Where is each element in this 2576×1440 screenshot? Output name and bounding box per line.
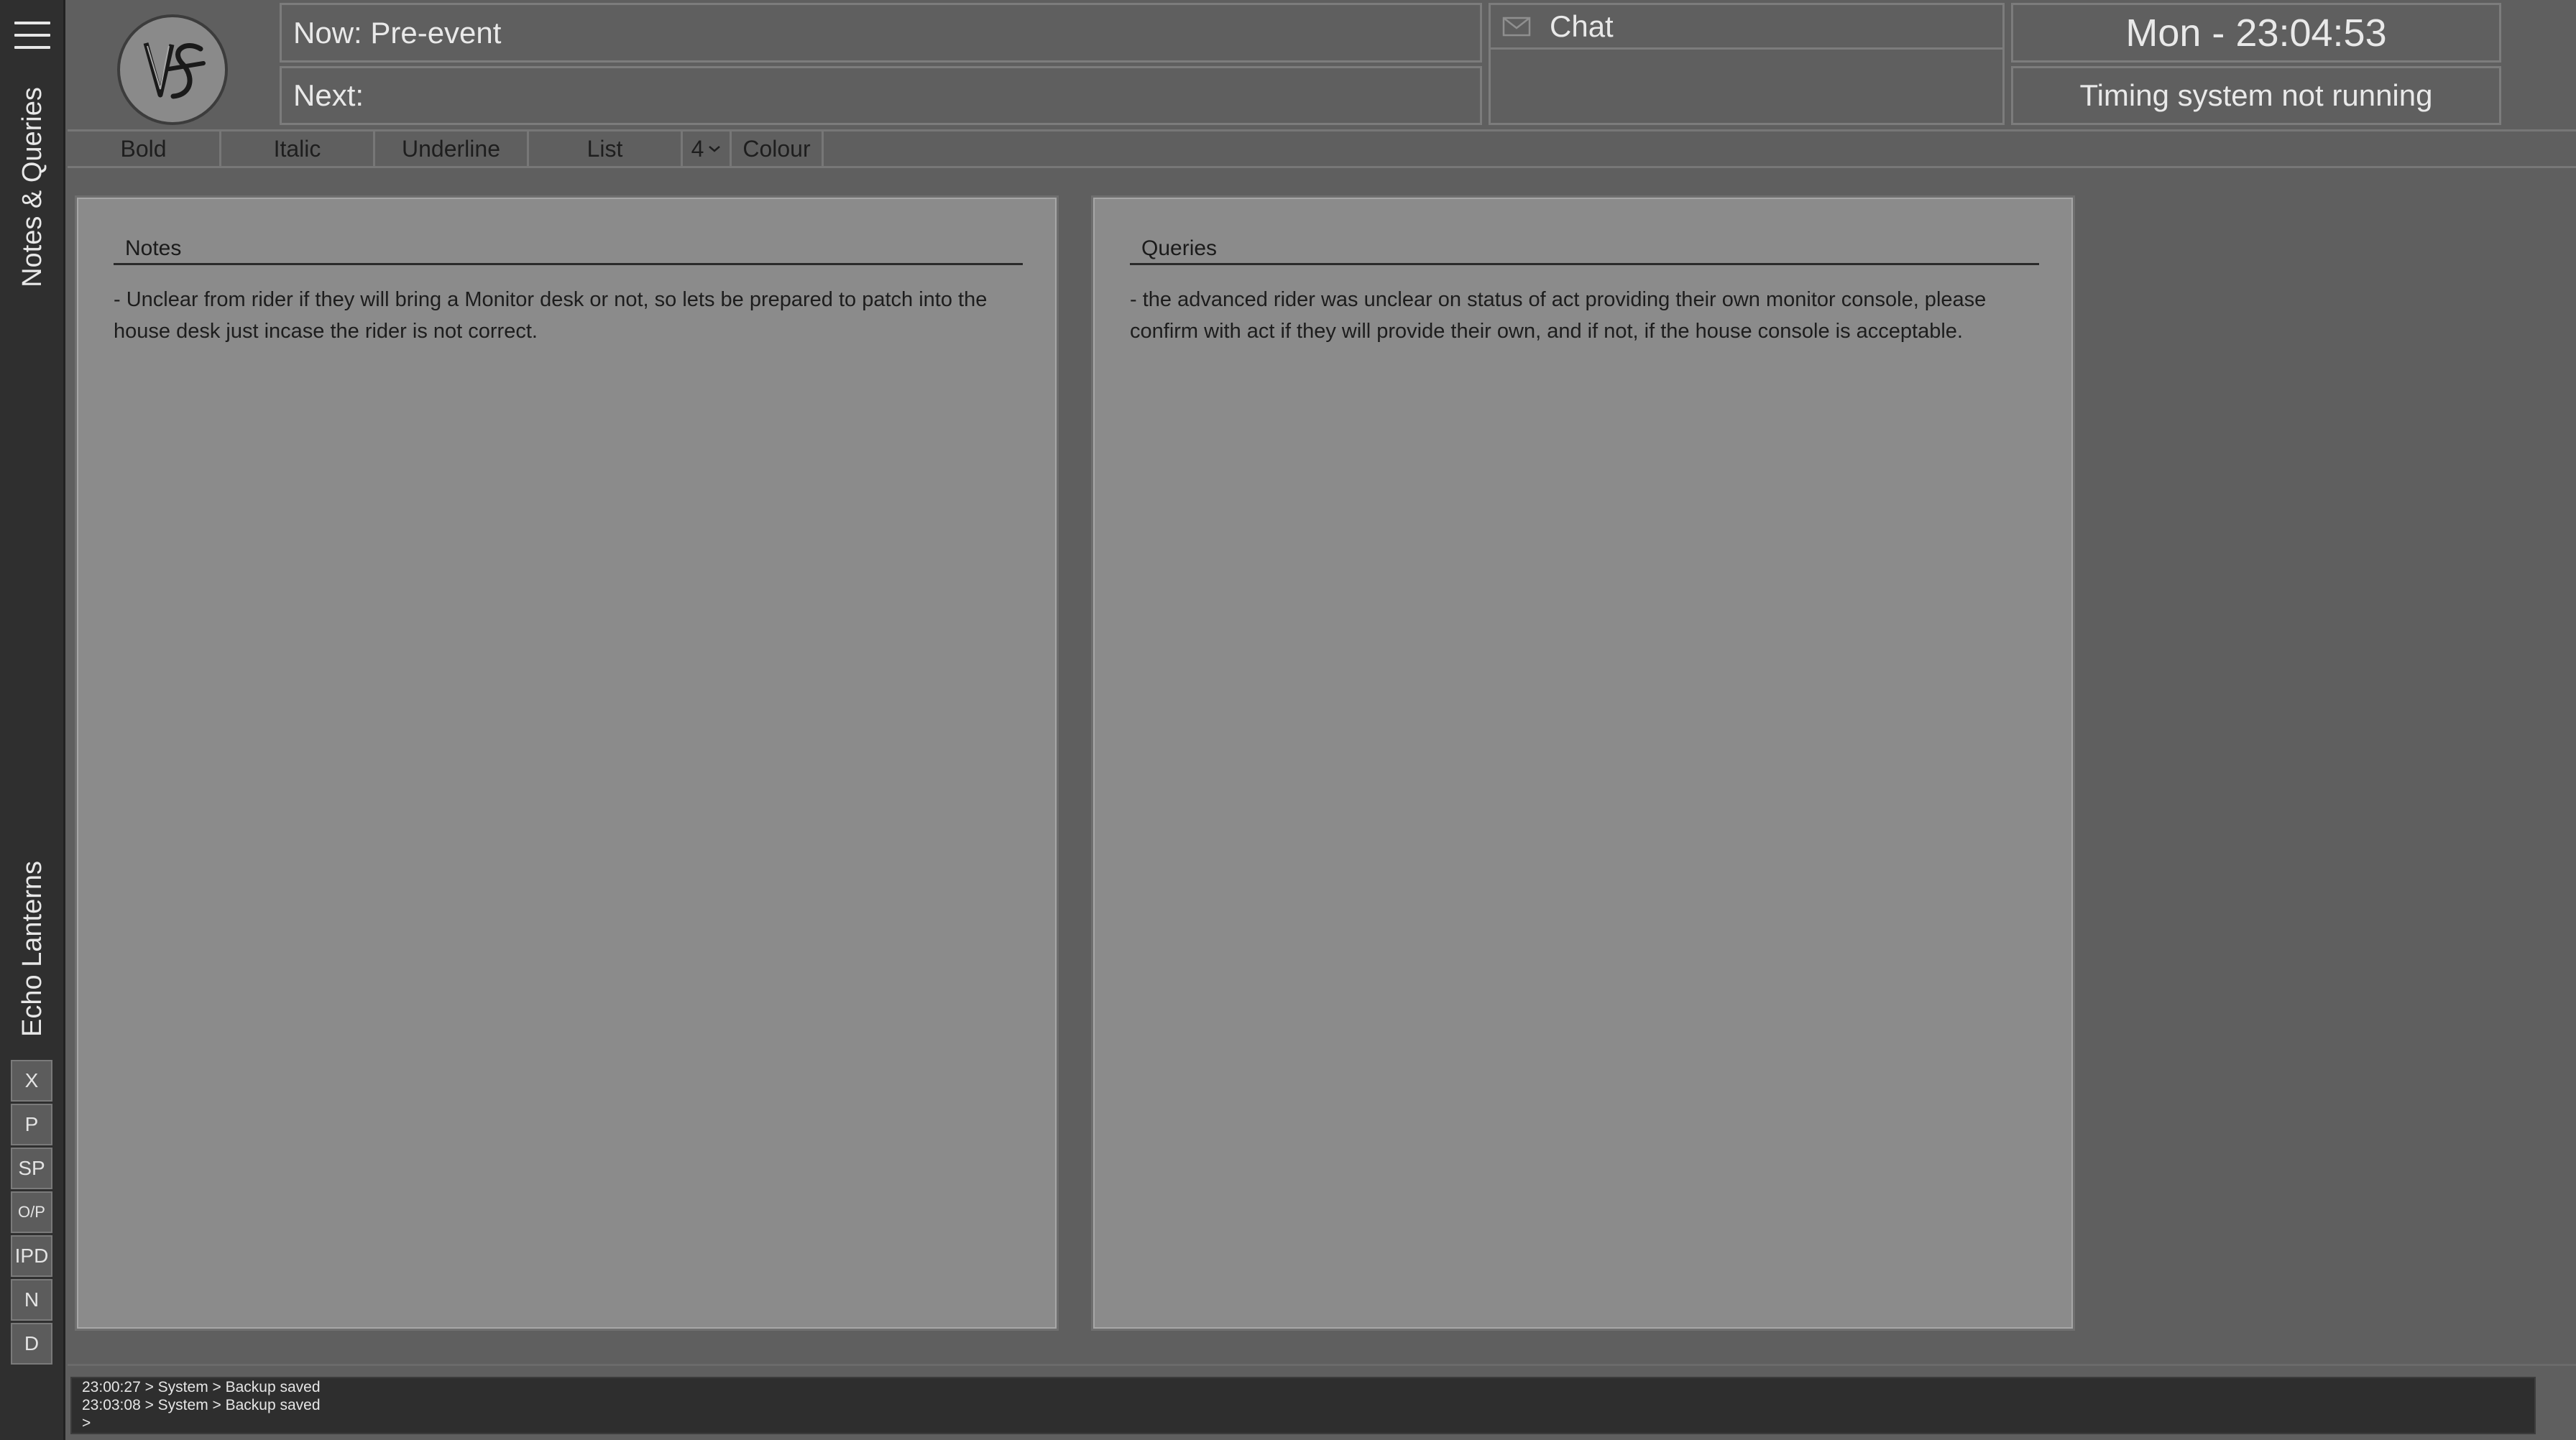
queries-panel: Queries - the advanced rider was unclear… — [1091, 195, 2075, 1331]
tab-notes-queries[interactable]: Notes & Queries — [0, 79, 65, 295]
list-button[interactable]: List — [529, 131, 683, 166]
sidebar: Notes & Queries Echo Lanterns X P SP O/P… — [0, 0, 65, 1440]
tool-button-n[interactable]: N — [11, 1279, 52, 1321]
chat-message-area[interactable] — [1489, 47, 2005, 125]
clock-text: Mon - 23:04:53 — [2125, 11, 2387, 55]
timing-status-text: Timing system not running — [2079, 78, 2433, 112]
next-display: Next: — [280, 66, 1482, 125]
timing-status: Timing system not running — [2011, 66, 2501, 125]
notes-title: Notes — [114, 234, 1023, 265]
tool-button-op[interactable]: O/P — [11, 1191, 52, 1233]
vs-logo-icon — [143, 42, 206, 99]
queries-title: Queries — [1130, 234, 2039, 265]
format-toolbar: Bold Italic Underline List 4 Colour — [68, 129, 2576, 168]
chevron-down-icon — [709, 146, 721, 152]
tool-button-sp[interactable]: SP — [11, 1148, 52, 1189]
hamburger-menu-icon[interactable] — [14, 22, 50, 49]
underline-button[interactable]: Underline — [375, 131, 529, 166]
chat-label: Chat — [1550, 9, 1614, 43]
app-logo — [117, 14, 228, 125]
console-line: 23:00:27 > System > Backup saved — [82, 1379, 321, 1395]
chat-header[interactable]: Chat — [1489, 3, 2005, 50]
font-size-value: 4 — [691, 135, 704, 162]
bold-button[interactable]: Bold — [68, 131, 221, 166]
tab-notes-queries-label: Notes & Queries — [17, 86, 48, 287]
notes-panel: Notes - Unclear from rider if they will … — [75, 195, 1059, 1331]
tool-button-d[interactable]: D — [11, 1323, 52, 1365]
now-text: Now: Pre-event — [293, 15, 502, 50]
tab-echo-lanterns-label: Echo Lanterns — [17, 860, 47, 1037]
queries-editor[interactable]: - the advanced rider was unclear on stat… — [1130, 284, 2043, 347]
console-log[interactable]: 23:00:27 > System > Backup saved 23:03:0… — [70, 1377, 2536, 1434]
console-prompt[interactable]: > — [82, 1414, 2524, 1432]
console-line: 23:03:08 > System > Backup saved — [82, 1397, 321, 1413]
tool-button-x[interactable]: X — [11, 1060, 52, 1102]
tab-echo-lanterns[interactable]: Echo Lanterns — [0, 855, 65, 1042]
italic-button[interactable]: Italic — [221, 131, 375, 166]
notes-editor[interactable]: - Unclear from rider if they will bring … — [114, 284, 1026, 347]
tool-button-p[interactable]: P — [11, 1104, 52, 1145]
colour-button[interactable]: Colour — [732, 131, 824, 166]
tool-button-ipd[interactable]: IPD — [11, 1235, 52, 1277]
font-size-select[interactable]: 4 — [683, 131, 732, 166]
envelope-icon — [1502, 17, 1531, 37]
console-divider — [68, 1364, 2576, 1366]
clock-display: Mon - 23:04:53 — [2011, 3, 2501, 63]
tool-button-stack: X P SP O/P IPD N D — [11, 1060, 52, 1365]
now-display: Now: Pre-event — [280, 3, 1482, 63]
next-text: Next: — [293, 78, 364, 112]
